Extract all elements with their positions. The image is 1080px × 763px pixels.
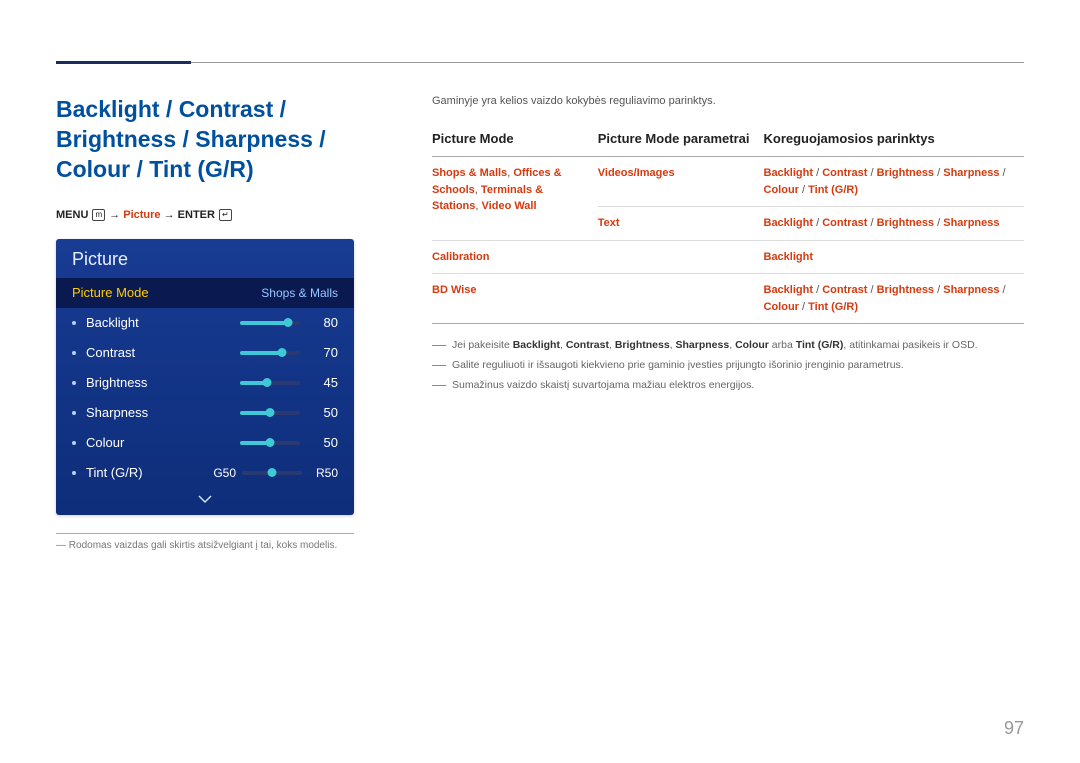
slider-dot-icon xyxy=(266,438,275,447)
note-row: Sumažinus vaizdo skaistį suvartojama maž… xyxy=(432,378,1024,394)
note-text: Jei pakeisite Backlight, Contrast, Brigh… xyxy=(452,338,978,354)
osd-row-value: 50 xyxy=(308,435,338,450)
osd-tint-r: R50 xyxy=(308,466,338,480)
osd-row-picture-mode[interactable]: Picture Mode Shops & Malls xyxy=(56,278,354,308)
page-top-rule-bold xyxy=(56,61,191,64)
menu-path-suffix: ENTER xyxy=(178,209,215,221)
osd-panel: Picture Picture Mode Shops & Malls Backl… xyxy=(56,239,354,515)
osd-row[interactable]: Brightness 45 xyxy=(56,368,354,398)
osd-row[interactable]: Colour 50 xyxy=(56,428,354,458)
modes-table: Picture Mode Picture Mode parametrai Kor… xyxy=(432,125,1024,324)
osd-row-label: Brightness xyxy=(86,375,186,390)
slider[interactable] xyxy=(240,321,300,325)
row-dot-icon xyxy=(72,381,76,385)
intro-text: Gaminyje yra kelios vaizdo kokybės regul… xyxy=(432,95,1024,107)
left-footnote: ― Rodomas vaizdas gali skirtis atsižvelg… xyxy=(56,540,354,551)
note-dash-icon xyxy=(432,345,446,346)
th-mode: Picture Mode xyxy=(432,125,598,157)
slider-dot-icon xyxy=(268,468,277,477)
slider-dot-icon xyxy=(284,318,293,327)
menu-path: MENU m → Picture → ENTER ↵ xyxy=(56,209,396,221)
menu-icon: m xyxy=(92,209,105,221)
row-dot-icon xyxy=(72,471,76,475)
table-cell-adj: Backlight / Contrast / Brightness / Shar… xyxy=(764,274,1025,324)
table-cell-adj: Backlight / Contrast / Brightness / Shar… xyxy=(764,207,1025,241)
note-text: Galite reguliuoti ir išsaugoti kiekvieno… xyxy=(452,358,904,374)
slider[interactable] xyxy=(240,351,300,355)
osd-tint-g: G50 xyxy=(213,466,236,480)
osd-row[interactable]: Contrast 70 xyxy=(56,338,354,368)
page-top-rule xyxy=(56,62,1024,63)
th-param: Picture Mode parametrai xyxy=(598,125,764,157)
row-dot-icon xyxy=(72,411,76,415)
th-adj: Koreguojamosios parinktys xyxy=(764,125,1025,157)
row-dot-icon xyxy=(72,441,76,445)
chevron-down-icon[interactable] xyxy=(56,488,354,515)
note-row: Galite reguliuoti ir išsaugoti kiekvieno… xyxy=(432,358,1024,374)
page-title: Backlight / Contrast / Brightness / Shar… xyxy=(56,95,396,185)
notes: Jei pakeisite Backlight, Contrast, Brigh… xyxy=(432,338,1024,393)
table-cell-mode: Shops & Malls, Offices & Schools, Termin… xyxy=(432,157,598,241)
osd-row-value: 70 xyxy=(308,345,338,360)
left-footnote-text: Rodomas vaizdas gali skirtis atsižvelgia… xyxy=(69,540,337,551)
table-cell-param xyxy=(598,274,764,324)
osd-highlight-label: Picture Mode xyxy=(72,285,261,300)
osd-row-tint[interactable]: Tint (G/R) G50 R50 xyxy=(56,458,354,488)
table-cell-param: Videos/Images xyxy=(598,157,764,207)
row-dot-icon xyxy=(72,351,76,355)
osd-row-value: 50 xyxy=(308,405,338,420)
table-cell-adj: Backlight / Contrast / Brightness / Shar… xyxy=(764,157,1025,207)
osd-row-value: 45 xyxy=(308,375,338,390)
menu-path-prefix: MENU xyxy=(56,209,88,221)
slider-fill xyxy=(240,351,282,355)
osd-tint-label: Tint (G/R) xyxy=(86,465,186,480)
slider-fill xyxy=(240,321,288,325)
note-dash-icon xyxy=(432,385,446,386)
page-number: 97 xyxy=(1004,718,1024,739)
tint-slider[interactable] xyxy=(242,471,302,475)
menu-path-mid: Picture xyxy=(123,209,160,221)
slider[interactable] xyxy=(240,411,300,415)
note-row: Jei pakeisite Backlight, Contrast, Brigh… xyxy=(432,338,1024,354)
enter-icon: ↵ xyxy=(219,209,232,221)
table-cell-mode: Calibration xyxy=(432,240,598,274)
divider xyxy=(56,533,354,534)
slider-dot-icon xyxy=(263,378,272,387)
osd-title: Picture xyxy=(56,239,354,278)
note-text: Sumažinus vaizdo skaistį suvartojama maž… xyxy=(452,378,754,394)
osd-row[interactable]: Sharpness 50 xyxy=(56,398,354,428)
osd-row-label: Contrast xyxy=(86,345,186,360)
table-cell-adj: Backlight xyxy=(764,240,1025,274)
osd-row-label: Backlight xyxy=(86,315,186,330)
osd-row-label: Sharpness xyxy=(86,405,186,420)
slider-dot-icon xyxy=(266,408,275,417)
slider[interactable] xyxy=(240,441,300,445)
table-cell-param: Text xyxy=(598,207,764,241)
table-cell-mode: BD Wise xyxy=(432,274,598,324)
slider[interactable] xyxy=(240,381,300,385)
row-dot-icon xyxy=(72,321,76,325)
osd-row-value: 80 xyxy=(308,315,338,330)
table-cell-param xyxy=(598,240,764,274)
osd-highlight-value: Shops & Malls xyxy=(261,286,338,300)
osd-row-label: Colour xyxy=(86,435,186,450)
osd-row[interactable]: Backlight 80 xyxy=(56,308,354,338)
slider-dot-icon xyxy=(278,348,287,357)
note-dash-icon xyxy=(432,365,446,366)
